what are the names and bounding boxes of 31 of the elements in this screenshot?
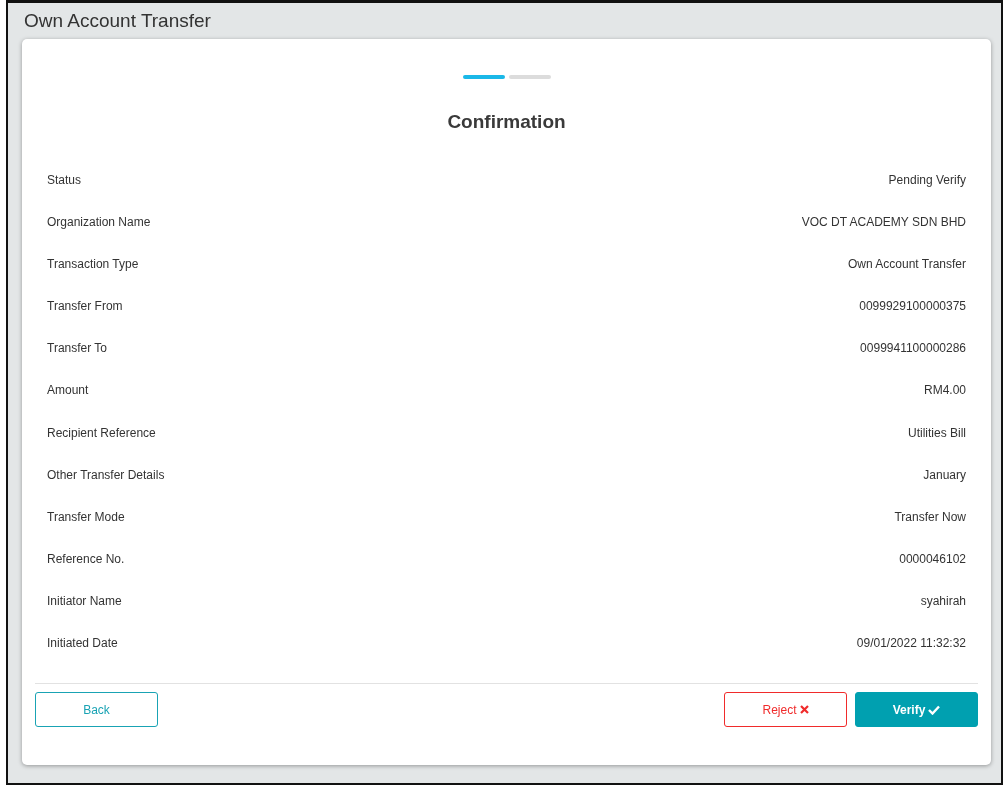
detail-label: Recipient Reference bbox=[47, 425, 156, 441]
detail-value: syahirah bbox=[920, 593, 966, 609]
detail-value: Utilities Bill bbox=[908, 425, 966, 441]
detail-label: Reference No. bbox=[47, 551, 125, 567]
detail-value: Transfer Now bbox=[894, 509, 966, 525]
detail-value: Pending Verify bbox=[888, 173, 966, 188]
section-heading: Confirmation bbox=[447, 111, 566, 133]
back-button[interactable]: Back bbox=[35, 692, 158, 728]
detail-value: 0099941100000286 bbox=[860, 341, 966, 357]
detail-label: Initiated Date bbox=[47, 636, 118, 652]
reject-button[interactable]: Reject bbox=[724, 692, 847, 728]
close-icon bbox=[799, 705, 809, 715]
detail-label: Organization Name bbox=[47, 215, 151, 231]
check-icon bbox=[928, 704, 941, 715]
page-title: Own Account Transfer bbox=[23, 9, 211, 33]
detail-label: Transaction Type bbox=[47, 257, 139, 273]
detail-value: 0099929100000375 bbox=[859, 299, 966, 315]
detail-value: 09/01/2022 11:32:32 bbox=[856, 636, 966, 652]
detail-value: Own Account Transfer bbox=[847, 257, 966, 273]
verify-button[interactable]: Verify bbox=[855, 692, 978, 728]
detail-label: Amount bbox=[47, 383, 89, 399]
detail-label: Transfer To bbox=[47, 341, 108, 357]
detail-value: VOC DT ACADEMY SDN BHD bbox=[801, 215, 966, 231]
detail-label: Transfer From bbox=[47, 299, 123, 315]
detail-label: Status bbox=[47, 173, 82, 188]
detail-value: 0000046102 bbox=[899, 551, 966, 567]
detail-label: Other Transfer Details bbox=[47, 467, 165, 483]
detail-label: Transfer Mode bbox=[47, 509, 125, 525]
detail-label: Initiator Name bbox=[47, 593, 122, 609]
detail-value: RM4.00 bbox=[923, 383, 966, 399]
detail-value: January bbox=[923, 467, 966, 483]
